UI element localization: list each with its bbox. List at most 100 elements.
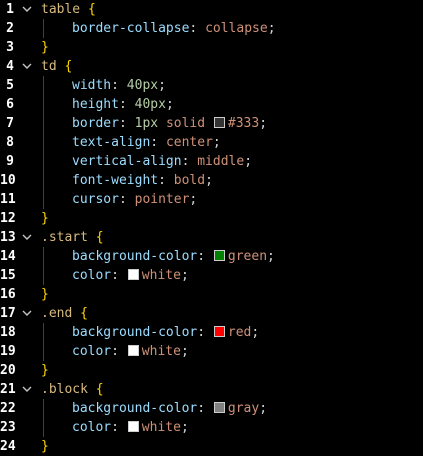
code-line[interactable]: 1 table { [0,0,423,19]
line-number: 6 [6,97,14,112]
token-sel: .start [41,230,88,245]
token-punc: ; [259,116,268,131]
code-text: color: white; [72,266,189,285]
code-line[interactable]: 24} [0,437,423,456]
code-line[interactable]: 20} [0,361,423,380]
code-line[interactable]: 5 width: 40px; [0,76,423,95]
token-prop: color [72,268,112,283]
code-line[interactable]: 16} [0,285,423,304]
code-text: color: white; [72,342,189,361]
code-text: color: white; [72,418,189,437]
chevron-down-icon[interactable] [21,380,33,399]
code-text: height: 40px; [72,95,174,114]
color-swatch-icon[interactable] [127,421,139,432]
chevron-down-icon[interactable] [21,57,33,76]
code-text: .block { [41,380,104,399]
token-num: 1px [134,116,159,131]
code-text: vertical-align: middle; [72,152,252,171]
indent-guide [43,19,44,38]
line-number: 10 [0,173,16,188]
color-swatch-icon[interactable] [213,250,225,261]
code-line[interactable]: 4 td { [0,57,423,76]
token-prop: color [72,344,112,359]
token-prop: background-color [72,249,198,264]
code-line[interactable]: 15 color: white; [0,266,423,285]
line-number: 20 [0,363,16,378]
code-line[interactable]: 21 .block { [0,380,423,399]
code-line[interactable]: 10 font-weight: bold; [0,171,423,190]
token-punc: ; [158,78,166,93]
token-brace: } [41,439,49,454]
code-line[interactable]: 7 border: 1px solid #333; [0,114,423,133]
code-text: border-collapse: collapse; [72,19,276,38]
code-line[interactable]: 18 background-color: red; [0,323,423,342]
code-text: } [41,437,49,456]
line-number: 13 [0,230,16,245]
indent-guide [43,171,44,190]
line-number: 15 [0,268,16,283]
token-val: center [165,135,213,150]
token-punc [88,382,96,397]
token-punc: : [118,97,135,112]
token-prop: border-collapse [72,21,190,36]
token-punc: : [197,401,213,416]
token-punc: ; [205,173,213,188]
token-prop: text-align [72,135,151,150]
indent-guide [43,399,44,418]
color-swatch-icon[interactable] [213,402,225,413]
code-line[interactable]: 13 .start { [0,228,423,247]
code-line[interactable]: 11 cursor: pointer; [0,190,423,209]
code-text: .end { [41,304,88,323]
token-prop: font-weight [72,173,159,188]
token-punc: : [189,21,206,36]
code-line[interactable]: 6 height: 40px; [0,95,423,114]
indent-guide [43,190,44,209]
code-line[interactable]: 9 vertical-align: middle; [0,152,423,171]
code-text: background-color: red; [72,323,259,342]
token-val: #333 [227,116,260,131]
code-line[interactable]: 19 color: white; [0,342,423,361]
color-swatch-icon[interactable] [127,269,139,280]
code-line[interactable]: 22 background-color: gray; [0,399,423,418]
color-swatch-icon[interactable] [213,117,225,128]
token-brace: { [95,382,104,397]
token-val: collapse [205,21,268,36]
code-line[interactable]: 3} [0,38,423,57]
chevron-down-icon[interactable] [21,0,33,19]
line-number: 9 [6,154,14,169]
indent-guide [43,114,44,133]
token-num: 40px [126,78,159,93]
line-number: 3 [6,40,14,55]
token-punc [72,306,80,321]
code-line[interactable]: 12} [0,209,423,228]
token-val: white [141,344,181,359]
code-editor[interactable]: 1 table {2 border-collapse: collapse; 3} 4 td… [0,0,423,454]
code-line[interactable]: 14 background-color: green; [0,247,423,266]
token-punc: : [111,78,127,93]
code-line[interactable]: 23 color: white; [0,418,423,437]
token-punc: : [158,173,174,188]
indent-guide [43,342,44,361]
code-text: text-align: center; [72,133,221,152]
token-punc: : [111,268,127,283]
token-brace: } [41,363,49,378]
line-number: 7 [6,116,14,131]
code-line[interactable]: 8 text-align: center; [0,133,423,152]
token-sel: table [41,2,81,17]
token-punc: ; [180,344,189,359]
token-punc: : [197,325,213,340]
code-text: } [41,361,49,380]
token-val: bold [173,173,206,188]
chevron-down-icon[interactable] [21,304,33,323]
line-number: 1 [6,2,14,17]
color-swatch-icon[interactable] [213,326,225,337]
token-brace: } [41,211,49,226]
token-punc [88,230,96,245]
color-swatch-icon[interactable] [127,345,139,356]
token-brace: } [41,287,49,302]
code-line[interactable]: 17 .end { [0,304,423,323]
indent-guide [43,152,44,171]
chevron-down-icon[interactable] [21,228,33,247]
code-line[interactable]: 2 border-collapse: collapse; [0,19,423,38]
code-text: table { [41,0,96,19]
